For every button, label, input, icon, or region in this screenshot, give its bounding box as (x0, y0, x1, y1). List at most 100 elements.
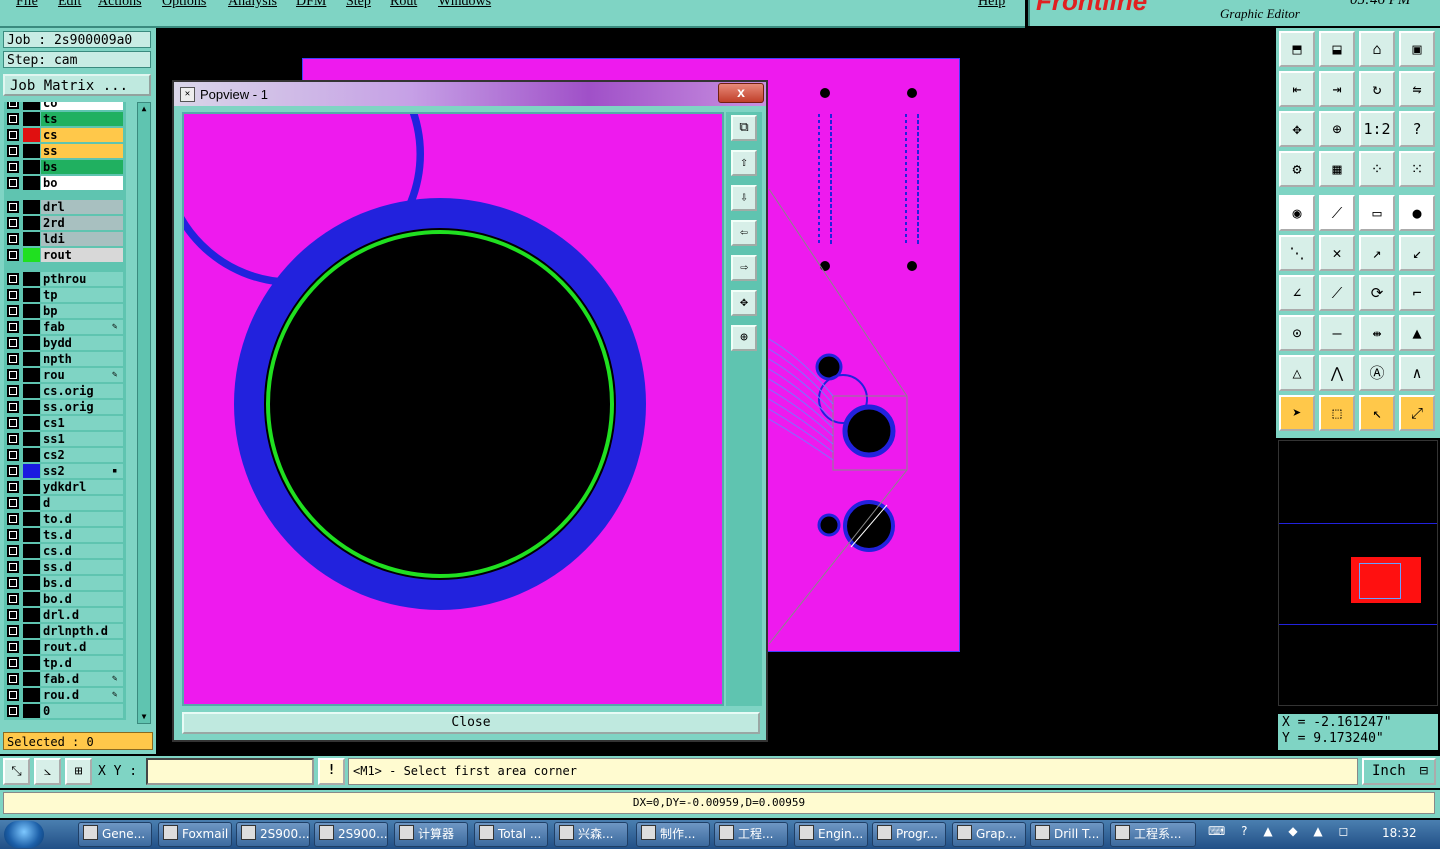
layer-color-swatch[interactable] (23, 160, 40, 174)
layer-color-swatch[interactable] (23, 336, 40, 350)
layer-name[interactable]: ts (41, 112, 123, 126)
taskbar-item[interactable]: Total ... (474, 822, 548, 847)
menu-options[interactable]: Options (162, 0, 206, 10)
layer-row[interactable]: cs2 (4, 448, 126, 462)
layer-checkbox[interactable] (7, 102, 19, 109)
layer-checkbox[interactable] (7, 369, 19, 381)
layer-name[interactable]: npth (41, 352, 123, 366)
scroll-down-icon[interactable]: ▼ (139, 712, 149, 722)
layer-row[interactable]: bs.d (4, 576, 126, 590)
layer-checkbox[interactable] (7, 249, 19, 261)
layer-color-swatch[interactable] (23, 144, 40, 158)
layer-color-swatch[interactable] (23, 128, 40, 142)
span-icon[interactable]: ⇹ (1359, 315, 1395, 351)
line-diag-icon[interactable]: ⟋ (1319, 195, 1355, 231)
layer-name[interactable]: co (41, 102, 123, 110)
rotate-icon[interactable]: ↻ (1359, 71, 1395, 107)
xy-input[interactable] (146, 758, 314, 785)
taskbar-item[interactable]: 2S900... (314, 822, 388, 847)
layer-row[interactable]: cs1 (4, 416, 126, 430)
layer-scrollbar[interactable]: ▲ ▼ (137, 102, 151, 724)
layer-row[interactable]: ss.orig (4, 400, 126, 414)
layer-row[interactable]: ts.d (4, 528, 126, 542)
layer-name[interactable]: tp.d (41, 656, 123, 670)
layer-row[interactable]: fab ✎ (4, 320, 126, 334)
layer-name[interactable]: bydd (41, 336, 123, 350)
settings-icon[interactable]: ⚙ (1279, 151, 1315, 187)
menu-step[interactable]: Step (346, 0, 371, 10)
layer-checkbox[interactable] (7, 161, 19, 173)
layer-name[interactable]: cs (41, 128, 123, 142)
layer-color-swatch[interactable] (23, 352, 40, 366)
layer-checkbox[interactable] (7, 401, 19, 413)
layer-checkbox[interactable] (7, 305, 19, 317)
layer-color-swatch[interactable] (23, 176, 40, 190)
scroll-up-icon[interactable]: ▲ (139, 104, 149, 114)
layer-color-swatch[interactable] (23, 656, 40, 670)
layer-color-swatch[interactable] (23, 320, 40, 334)
layer-checkbox[interactable] (7, 417, 19, 429)
start-button[interactable] (4, 821, 44, 848)
snap-icon[interactable]: ⤡ (3, 758, 30, 785)
layer-name[interactable]: ts.d (41, 528, 123, 542)
layer-name[interactable]: rout (41, 248, 123, 262)
layout-top-icon[interactable]: ⬒ (1279, 31, 1315, 67)
taskbar-item[interactable]: 计算器 (394, 822, 468, 847)
layer-checkbox[interactable] (7, 545, 19, 557)
layer-name[interactable]: fab.d (41, 672, 123, 686)
grid-icon[interactable]: ▦ (1319, 151, 1355, 187)
peak-icon[interactable]: ⋀ (1319, 355, 1355, 391)
fillet-icon[interactable]: ⌐ (1399, 275, 1435, 311)
layer-row[interactable]: d (4, 496, 126, 510)
taskbar-item[interactable]: Foxmail (158, 822, 232, 847)
copy-view-icon[interactable]: ⧉ (731, 115, 757, 141)
pan-right-icon[interactable]: ⇨ (731, 255, 757, 281)
layer-row[interactable]: bydd (4, 336, 126, 350)
layer-row[interactable]: co (4, 102, 126, 110)
layer-name[interactable]: bp (41, 304, 123, 318)
layer-name[interactable]: drl.d (41, 608, 123, 622)
layout-bottom-icon[interactable]: ⬓ (1319, 31, 1355, 67)
layer-checkbox[interactable] (7, 577, 19, 589)
zoom-fit-icon[interactable]: ✥ (1279, 111, 1315, 147)
layer-row[interactable]: rou.d ✎ (4, 688, 126, 702)
layer-color-swatch[interactable] (23, 200, 40, 214)
layer-checkbox[interactable] (7, 657, 19, 669)
layer-checkbox[interactable] (7, 625, 19, 637)
layer-row[interactable]: ss (4, 144, 126, 158)
taskbar-item[interactable]: 工程... (714, 822, 788, 847)
ruler-icon[interactable]: ▭ (1359, 195, 1395, 231)
layer-row[interactable]: rout (4, 248, 126, 262)
layer-checkbox[interactable] (7, 433, 19, 445)
layer-name[interactable]: rou (41, 368, 123, 382)
layer-name[interactable]: pthrou (41, 272, 123, 286)
drill-icon[interactable]: ⁙ (1399, 151, 1435, 187)
minus-icon[interactable]: — (1319, 315, 1355, 351)
layer-color-swatch[interactable] (23, 464, 40, 478)
layer-name[interactable]: 2rd (41, 216, 123, 230)
layer-row[interactable]: ts (4, 112, 126, 126)
pad-select-icon[interactable]: ◉ (1279, 195, 1315, 231)
node-icon[interactable]: ⊙ (1279, 315, 1315, 351)
taskbar-item[interactable]: Drill T... (1030, 822, 1104, 847)
layer-checkbox[interactable] (7, 201, 19, 213)
taskbar-item[interactable]: 兴森... (554, 822, 628, 847)
layer-color-swatch[interactable] (23, 416, 40, 430)
dot-icon[interactable]: ● (1399, 195, 1435, 231)
pan-left-icon[interactable]: ⇦ (731, 220, 757, 246)
layer-color-swatch[interactable] (23, 704, 40, 718)
layer-checkbox[interactable] (7, 561, 19, 573)
layer-color-swatch[interactable] (23, 288, 40, 302)
job-matrix-button[interactable]: Job Matrix ... (3, 74, 151, 96)
layer-checkbox[interactable] (7, 217, 19, 229)
layer-color-swatch[interactable] (23, 512, 40, 526)
layer-color-swatch[interactable] (23, 384, 40, 398)
layer-row[interactable]: fab.d ✎ (4, 672, 126, 686)
layer-color-swatch[interactable] (23, 248, 40, 262)
layer-color-swatch[interactable] (23, 672, 40, 686)
layer-color-swatch[interactable] (23, 480, 40, 494)
layer-row[interactable]: drlnpth.d (4, 624, 126, 638)
menu-windows[interactable]: Windows (438, 0, 491, 10)
menu-actions[interactable]: Actions (98, 0, 142, 10)
layer-name[interactable]: bo (41, 176, 123, 190)
